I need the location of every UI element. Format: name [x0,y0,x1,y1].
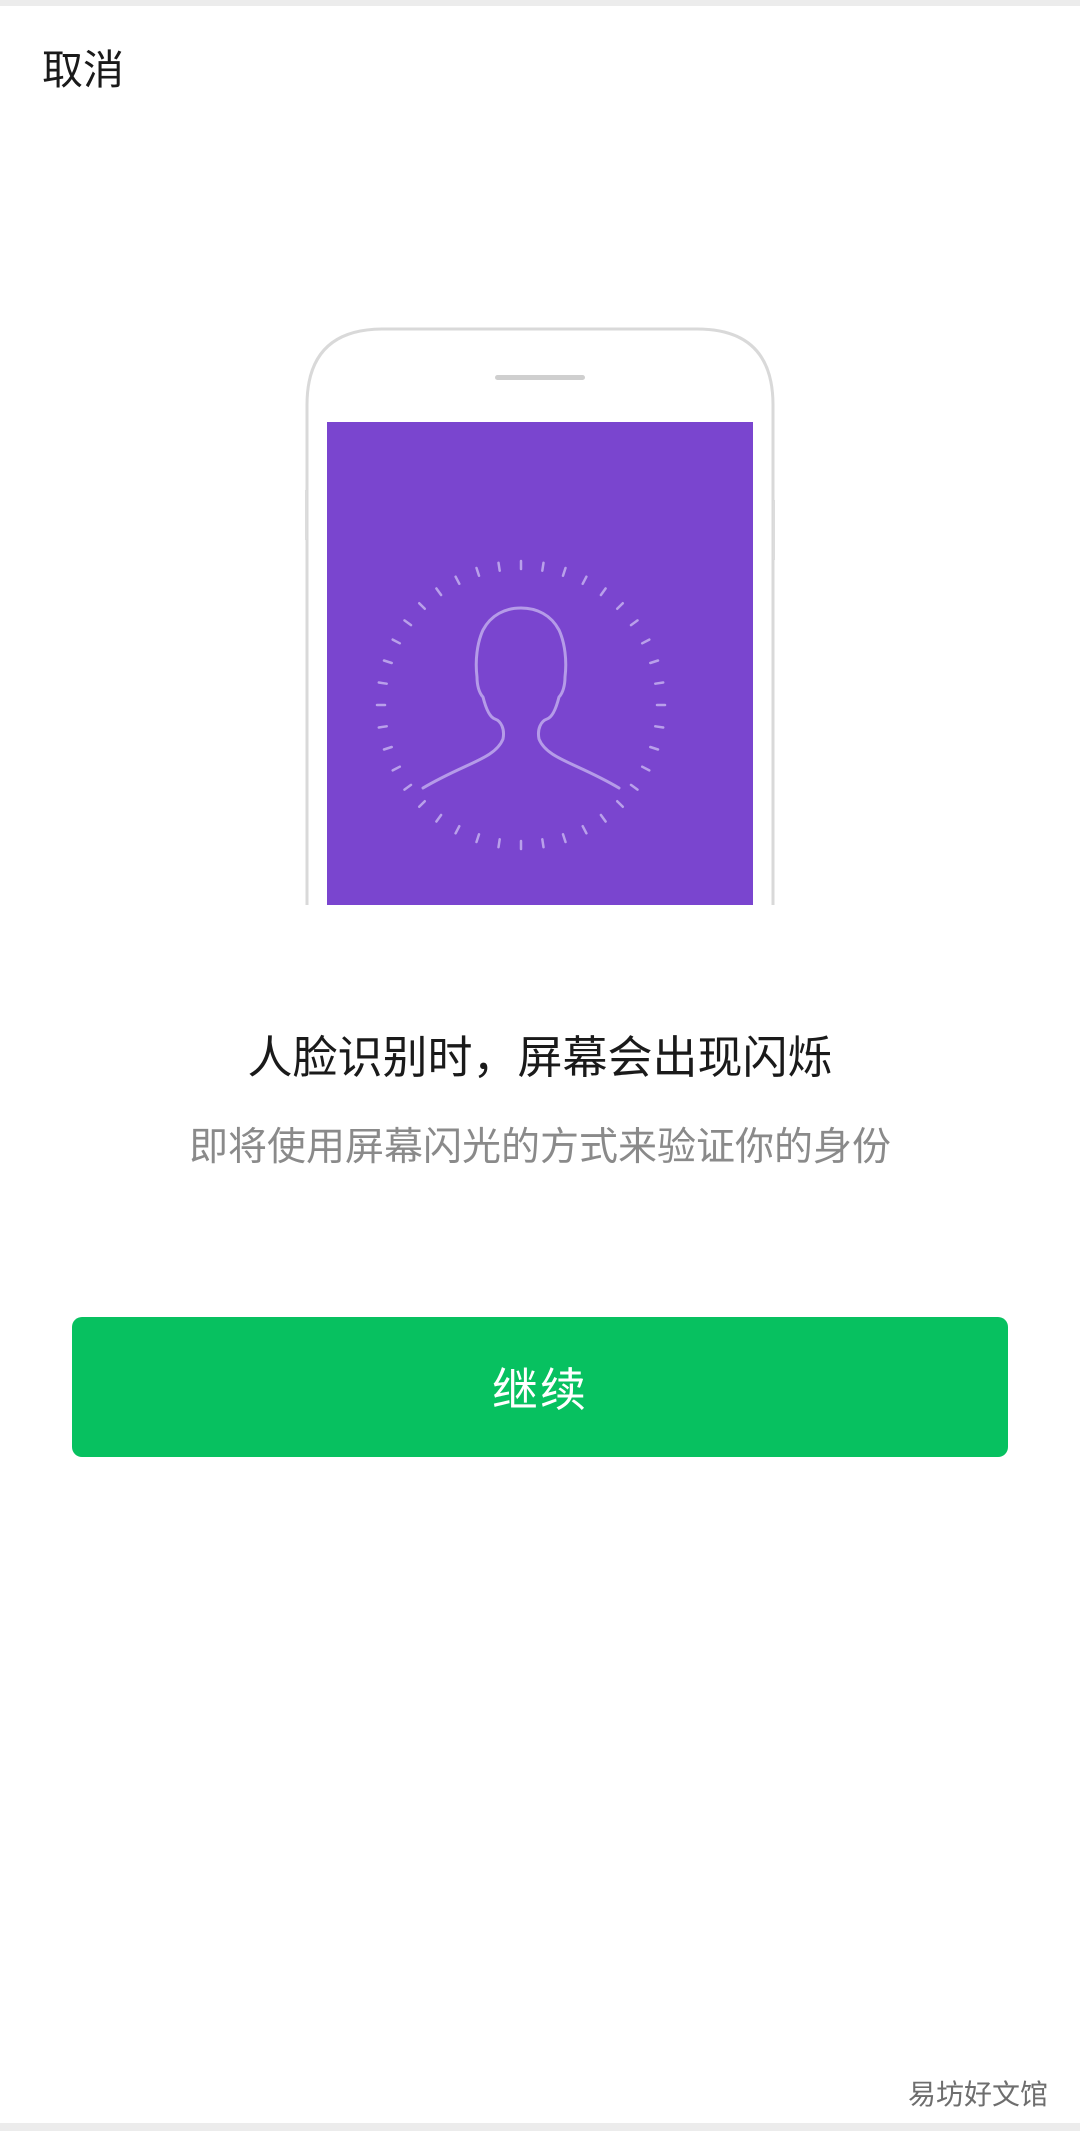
bottom-divider [0,2123,1080,2131]
scan-ring-tick [654,725,665,729]
subtext: 即将使用屏幕闪光的方式来验证你的身份 [188,1125,891,1170]
scan-ring-tick [541,838,545,849]
scan-ring-tick [541,561,545,572]
continue-label: 继续 [492,1363,588,1417]
phone-speaker [495,375,585,380]
phone-side-button [773,500,778,560]
face-verify-screen: 取消 人脸识别时，屏幕会出现闪烁 即将使用屏幕闪光的方式来验证你的身份 继续 易… [0,0,1080,2131]
scan-ring-tick [654,681,665,685]
watermark: 易坊好文馆 [903,2071,1052,2115]
top-divider [0,0,1080,6]
scan-ring-tick [377,681,388,685]
headline: 人脸识别时，屏幕会出现闪烁 [247,1031,833,1084]
scan-ring-tick [497,838,501,849]
continue-button[interactable]: 继续 [72,1317,1008,1457]
phone-side-button [302,490,307,540]
cancel-button[interactable]: 取消 [42,42,124,98]
scan-ring-tick [377,725,388,729]
scan-ring-tick [497,561,501,572]
phone-face-scan-icon [302,325,778,905]
